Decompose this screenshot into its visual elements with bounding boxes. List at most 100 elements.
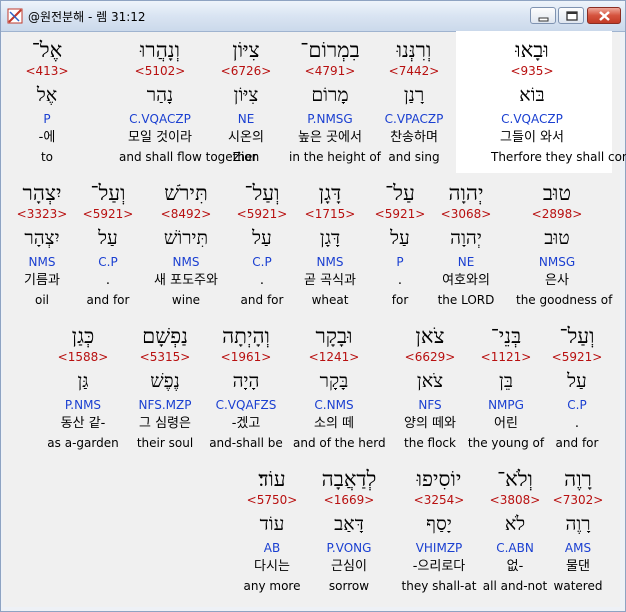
morphology-code: C.ABN — [496, 541, 534, 555]
word-card[interactable]: עַל־ <5921> עַל P. for — [359, 175, 441, 313]
morphology-code: AB — [263, 541, 281, 555]
minimize-button[interactable] — [530, 7, 556, 24]
english-gloss: and shall flow together — [119, 150, 258, 164]
english-gloss: and-shall be — [209, 436, 283, 450]
morphology-code: NMS — [172, 255, 200, 269]
word-card[interactable]: וְלֹא־ <3808> לֹא C.ABN 없-all and-not — [474, 461, 556, 599]
lexical-root: עַל — [390, 227, 410, 249]
word-card[interactable]: וְרִנְּנוּ <7442> רָנַן C.VPACZP 찬송하며 and sin… — [373, 32, 455, 170]
english-gloss: as a-garden — [47, 436, 119, 450]
word-card[interactable]: וּבָאוּ <935> בּוֹא C.VQACZP 그들이 와서 Therfore … — [491, 32, 626, 170]
korean-gloss: -겠고 — [231, 416, 261, 431]
close-button[interactable] — [587, 7, 621, 24]
lexical-root: תִּירוֹשׁ — [163, 227, 209, 249]
morphology-code: NMPG — [488, 398, 524, 412]
english-gloss: and of the herd — [293, 436, 386, 450]
word-card[interactable]: וּבָקָר <1241> בָּקָר C.NMS 소의 떼 and of the h… — [293, 318, 386, 456]
korean-gloss: 양의 떼와 — [404, 416, 456, 431]
word-card[interactable]: אֶל־ <413> אֶל P -에 to — [6, 32, 88, 170]
minimize-icon — [538, 17, 549, 22]
morphology-code: C.P — [252, 255, 272, 269]
close-icon — [599, 11, 610, 21]
english-gloss: the goodness of — [516, 293, 613, 307]
morphology-code: C.P — [567, 398, 587, 412]
lexical-root: הָיָה — [232, 370, 260, 392]
strong-number: <3323> — [16, 207, 68, 221]
lexical-root: יָסַף — [426, 513, 452, 535]
strong-number: <5921> — [374, 207, 426, 221]
english-gloss: Therfore they shall come — [491, 150, 626, 164]
korean-gloss: 새 포도주와 — [154, 273, 218, 288]
word-card[interactable]: בִמְרוֹם־ <4791> מָרוֹם P.NMSG 높은 곳에서 in the … — [289, 32, 381, 170]
korean-gloss: . — [574, 416, 580, 431]
lexical-root: יִצְהָר — [24, 227, 60, 249]
lexical-root: דָּאַב — [334, 513, 364, 535]
strong-number: <5315> — [139, 350, 191, 364]
lexical-root: צִיּוֹן — [233, 84, 259, 106]
word-card[interactable]: יִצְהָר <3323> יִצְהָר NMS 기름과 oil — [1, 175, 83, 313]
word-card[interactable]: כְּגַן <1588> גַּן P.NMS 동산 같-as a-garden — [42, 318, 124, 456]
korean-gloss: 기름과 — [24, 273, 60, 288]
hebrew-word: וְלֹא־ — [497, 467, 533, 491]
word-card[interactable]: וְנָהֲרוּ <5102> נָהַר C.VQACZP 모일 것이라 and sh… — [119, 32, 258, 170]
korean-gloss: 다시는 — [254, 559, 290, 574]
word-card[interactable]: בְּנֵי־ <1121> בֵּן NMPG 어린 the young of — [465, 318, 547, 456]
maximize-button[interactable] — [558, 7, 584, 24]
morphology-code: P.NMSG — [307, 112, 353, 126]
korean-gloss: 동산 같- — [60, 416, 106, 431]
korean-gloss: 그들이 와서 — [500, 130, 564, 145]
strong-number: <935> — [510, 64, 554, 78]
morphology-code: C.VQACZP — [501, 112, 563, 126]
hebrew-word: צֹאן — [415, 324, 445, 348]
word-card[interactable]: טוּב <2898> טוּב NMSG 은사 the goodness of — [516, 175, 613, 313]
hebrew-word: עַל־ — [385, 181, 415, 205]
morphology-code: C.VQACZP — [129, 112, 191, 126]
word-card[interactable]: וְהָיְתָה <1961> הָיָה C.VQAFZS -겠고 and-shall… — [205, 318, 287, 456]
strong-number: <2898> — [531, 207, 583, 221]
word-card[interactable]: וְעַל־ <5921> עַל C.P. and for — [536, 318, 618, 456]
strong-number: <6726> — [220, 64, 272, 78]
lexical-root: בָּקָר — [319, 370, 349, 392]
hebrew-word: בְּנֵי־ — [490, 324, 522, 348]
lexical-root: מָרוֹם — [311, 84, 349, 106]
lexical-root: לֹא — [504, 513, 526, 535]
strong-number: <5750> — [246, 493, 298, 507]
lexical-root: עַל — [567, 370, 587, 392]
morphology-code: VHIMZP — [415, 541, 463, 555]
strong-number: <1961> — [220, 350, 272, 364]
maximize-icon — [566, 11, 578, 21]
hebrew-word: נַפְשָׁם — [142, 324, 188, 348]
lexical-root: אֶל — [36, 84, 58, 106]
word-card[interactable]: וְעַל־ <5921> עַל C.P. and for — [221, 175, 303, 313]
word-card[interactable]: עוֹד׃ <5750> עוֹד AB 다시는 any more — [231, 461, 313, 599]
strong-number: <8492> — [160, 207, 212, 221]
title-bar[interactable]: @원전분해 - 렘 31:12 — [1, 1, 625, 32]
strong-number: <7442> — [388, 64, 440, 78]
korean-gloss: 모일 것이라 — [128, 130, 192, 145]
lexical-root: בּוֹא — [519, 84, 545, 106]
word-card[interactable]: לְדַאֲבָה <1669> דָּאַב P.VONG 근심이 sorrow — [308, 461, 390, 599]
hebrew-word: בִמְרוֹם־ — [300, 38, 360, 62]
korean-gloss: 근심이 — [331, 559, 367, 574]
english-gloss: for — [391, 293, 409, 307]
hebrew-word: וְנָהֲרוּ — [140, 38, 180, 62]
lexical-root: צֹאן — [416, 370, 444, 392]
verse-analysis-panel: וּבָאוּ <935> בּוֹא C.VQACZP 그들이 와서 Therfore … — [1, 31, 626, 607]
word-card[interactable]: צֹאן <6629> צֹאן NFS 양의 떼와 the flock — [389, 318, 471, 456]
korean-gloss: 없- — [506, 559, 524, 574]
word-card[interactable]: יוֹסִיפוּ <3254> יָסַף VHIMZP -으리로다 they shal… — [398, 461, 480, 599]
window-title: @원전분해 - 렘 31:12 — [28, 10, 146, 24]
lexical-root: רָנַן — [403, 84, 425, 106]
korean-gloss: 소의 떼 — [313, 416, 354, 431]
english-gloss: oil — [34, 293, 49, 307]
morphology-code: C.VPACZP — [384, 112, 444, 126]
hebrew-word: לְדַאֲבָה — [321, 467, 377, 491]
word-card[interactable]: תִּירֹשׁ <8492> תִּירוֹשׁ NMS 새 포도주와 wine — [145, 175, 227, 313]
korean-gloss: 높은 곳에서 — [298, 130, 362, 145]
word-card[interactable]: נַפְשָׁם <5315> נֶפֶשׁ NFS.MZP 그 심령은 their so… — [124, 318, 206, 456]
hebrew-word: טוּב — [542, 181, 572, 205]
korean-gloss: 은사 — [545, 273, 569, 288]
hebrew-word: תִּירֹשׁ — [164, 181, 208, 205]
lexical-root: נֶפֶשׁ — [150, 370, 180, 392]
lexical-root: טוּב — [544, 227, 570, 249]
